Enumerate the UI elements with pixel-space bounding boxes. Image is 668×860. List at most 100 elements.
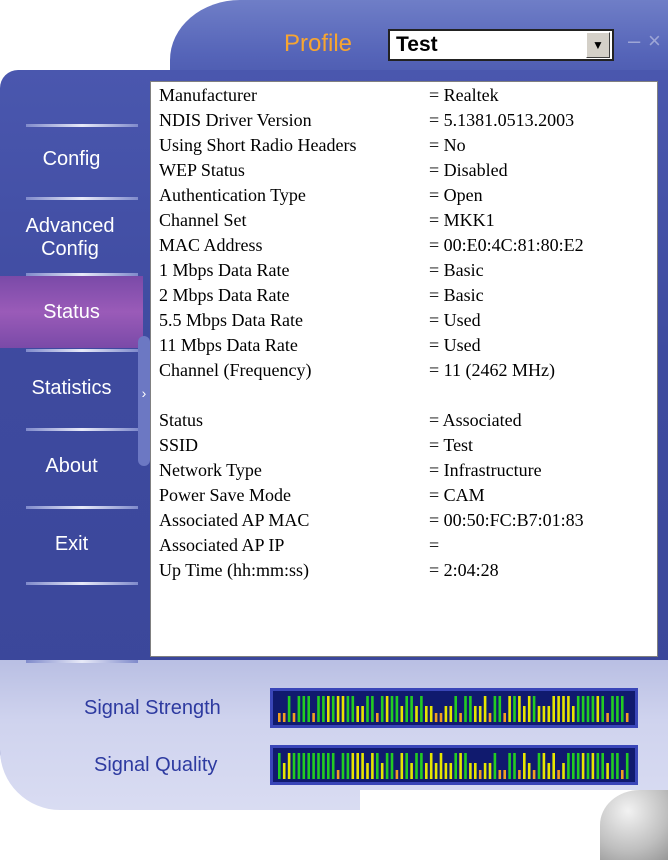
profile-dropdown[interactable]: Test ▼ bbox=[388, 29, 614, 61]
signal-bar bbox=[312, 713, 315, 722]
menu-item-config[interactable]: Config bbox=[0, 148, 143, 171]
signal-bar bbox=[346, 696, 350, 722]
menu-item-status[interactable]: Status bbox=[0, 276, 143, 348]
status-value: = No bbox=[429, 135, 466, 155]
status-row: Using Short Radio Headers = No bbox=[159, 135, 649, 160]
signal-bar bbox=[444, 763, 448, 779]
signal-bar bbox=[287, 753, 291, 779]
signal-bar bbox=[341, 753, 345, 779]
status-value: = 11 (2462 MHz) bbox=[429, 360, 555, 380]
signal-bar bbox=[297, 753, 301, 779]
signal-bar bbox=[302, 696, 306, 722]
status-key: 11 Mbps Data Rate bbox=[159, 335, 298, 355]
signal-bar bbox=[459, 713, 462, 722]
signal-bar bbox=[606, 763, 609, 779]
signal-bar bbox=[532, 696, 536, 722]
signal-bar bbox=[307, 696, 310, 722]
signal-bar bbox=[390, 696, 394, 722]
close-button[interactable]: × bbox=[648, 28, 661, 54]
status-row: Manufacturer = Realtek bbox=[159, 85, 649, 110]
signal-bar bbox=[292, 713, 296, 722]
status-key: NDIS Driver Version bbox=[159, 110, 312, 130]
signal-bar bbox=[464, 696, 467, 722]
status-key: Network Type bbox=[159, 460, 262, 480]
signal-bar bbox=[508, 753, 511, 779]
signal-bar bbox=[459, 753, 462, 779]
signal-bar bbox=[420, 696, 423, 722]
menu-divider bbox=[26, 506, 138, 509]
status-panel: Manufacturer = Realtek NDIS Driver Versio… bbox=[150, 81, 658, 657]
status-row: Channel Set = MKK1 bbox=[159, 210, 649, 235]
menu-item-exit[interactable]: Exit bbox=[0, 533, 143, 556]
status-value: = Realtek bbox=[429, 85, 499, 105]
signal-bar bbox=[317, 753, 320, 779]
status-key: WEP Status bbox=[159, 160, 245, 180]
signal-bar bbox=[278, 753, 281, 779]
status-key: Channel Set bbox=[159, 210, 247, 230]
signal-bar bbox=[327, 753, 330, 779]
status-key: Status bbox=[159, 410, 204, 430]
minimize-button[interactable]: – bbox=[628, 28, 640, 54]
signal-strength-meter bbox=[270, 688, 638, 728]
signal-bar bbox=[586, 753, 590, 779]
signal-bar bbox=[376, 753, 379, 779]
signal-bar bbox=[508, 696, 511, 722]
signal-bar bbox=[312, 753, 315, 779]
status-value: = CAM bbox=[429, 485, 485, 505]
signal-bar bbox=[518, 770, 521, 779]
signal-bar bbox=[596, 753, 600, 779]
signal-bar bbox=[469, 696, 472, 722]
signal-bar bbox=[488, 763, 492, 779]
signal-strength-label: Signal Strength bbox=[84, 697, 221, 719]
signal-bar bbox=[425, 706, 428, 722]
status-key: SSID bbox=[159, 435, 199, 455]
menu-divider bbox=[26, 197, 138, 200]
menu-item-statistics[interactable]: Statistics bbox=[0, 377, 143, 400]
status-row: WEP Status = Disabled bbox=[159, 160, 649, 185]
signal-bar bbox=[483, 696, 487, 722]
signal-bar bbox=[474, 706, 477, 722]
signal-bar bbox=[498, 696, 502, 722]
signal-bar bbox=[493, 753, 497, 779]
status-value: = Associated bbox=[429, 410, 522, 430]
signal-bar bbox=[493, 696, 497, 722]
status-key: Up Time (hh:mm:ss) bbox=[159, 560, 310, 580]
status-row: Up Time (hh:mm:ss) = 2:04:28 bbox=[159, 560, 649, 585]
signal-bar bbox=[395, 770, 399, 779]
signal-bar bbox=[415, 753, 418, 779]
signal-bar bbox=[527, 696, 531, 722]
signal-bar bbox=[420, 753, 423, 779]
chevron-right-icon[interactable]: › bbox=[138, 385, 150, 405]
signal-bar bbox=[572, 706, 575, 722]
signal-bar bbox=[527, 763, 531, 779]
status-key: Manufacturer bbox=[159, 85, 257, 105]
signal-bar bbox=[503, 770, 506, 779]
signal-bar bbox=[405, 696, 408, 722]
signal-bar bbox=[297, 696, 301, 722]
signal-bar bbox=[552, 753, 555, 779]
signal-bar bbox=[557, 696, 560, 722]
profile-label: Profile bbox=[283, 30, 353, 57]
status-key: 1 Mbps Data Rate bbox=[159, 260, 290, 280]
status-row: 5.5 Mbps Data Rate = Used bbox=[159, 310, 649, 335]
signal-bar bbox=[351, 753, 355, 779]
resize-knob-icon[interactable] bbox=[600, 790, 668, 860]
signal-bar bbox=[366, 763, 369, 779]
signal-bar bbox=[625, 753, 629, 779]
signal-bar bbox=[282, 763, 286, 779]
menu-item-advanced-config[interactable]: Advanced Config bbox=[0, 215, 140, 261]
signal-bar bbox=[611, 696, 614, 722]
chevron-down-icon[interactable]: ▼ bbox=[586, 32, 610, 58]
signal-bar bbox=[562, 696, 565, 722]
menu-item-about[interactable]: About bbox=[0, 455, 143, 478]
signal-bar bbox=[331, 696, 335, 722]
signal-bar bbox=[361, 753, 364, 779]
status-value: = 2:04:28 bbox=[429, 560, 499, 580]
status-value: = Basic bbox=[429, 285, 484, 305]
status-row: Power Save Mode = CAM bbox=[159, 485, 649, 510]
signal-bar bbox=[591, 753, 595, 779]
status-row: 2 Mbps Data Rate = Basic bbox=[159, 285, 649, 310]
status-key: Associated AP IP bbox=[159, 535, 285, 555]
signal-bar bbox=[581, 696, 585, 722]
signal-bar bbox=[371, 696, 374, 722]
